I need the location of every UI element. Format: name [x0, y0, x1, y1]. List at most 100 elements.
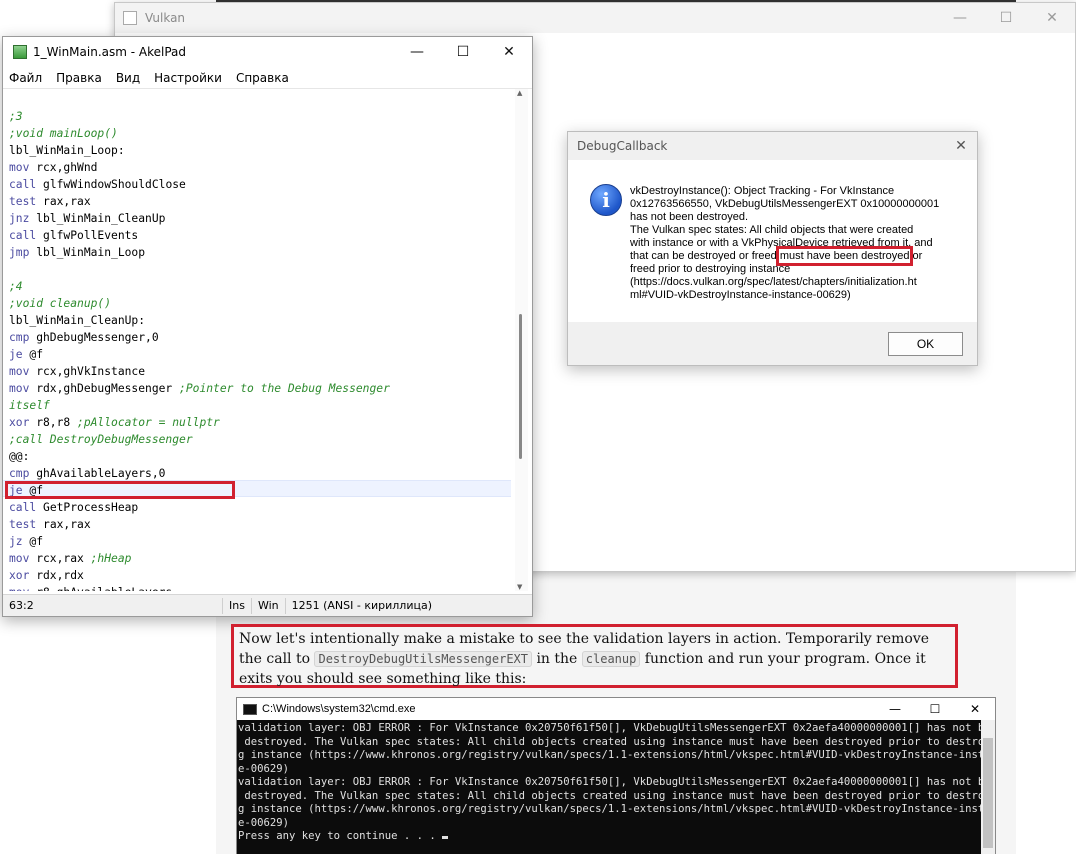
close-icon[interactable]: ✕	[486, 37, 532, 67]
console-output[interactable]: validation layer: OBJ ERROR : For VkInst…	[237, 720, 982, 854]
code-operands: glfwWindowShouldClose	[36, 178, 186, 191]
maximize-icon[interactable]: ☐	[983, 3, 1029, 33]
console-prompt: Press any key to continue . . .	[238, 830, 982, 844]
code-line: call glfwPollEvents	[9, 227, 390, 244]
code-comment: ;hHeap	[90, 552, 132, 565]
code-mnemonic: cmp	[9, 467, 30, 480]
close-icon[interactable]: ✕	[1029, 3, 1075, 33]
code-line: ;void mainLoop()	[9, 125, 390, 142]
code-mnemonic: call	[9, 501, 37, 514]
code-line: ;4	[9, 278, 390, 295]
code-text[interactable]: ;3 ;void mainLoop() lbl_WinMain_Loop:mov r…	[9, 108, 390, 591]
highlight-must-have-been-destroyed: must have been destroyed	[775, 246, 914, 266]
close-icon[interactable]: ✕	[955, 698, 995, 720]
dialog-message: vkDestroyInstance(): Object Tracking - F…	[630, 185, 960, 302]
cmd-window: C:\Windows\system32\cmd.exe — ☐ ✕ valida…	[236, 697, 996, 854]
scroll-down-icon[interactable]: ▼	[517, 583, 522, 591]
message-line-highlighted: that can be destroyed or freed must have…	[630, 246, 960, 266]
status-insert-mode[interactable]: Ins	[223, 597, 252, 614]
code-mnemonic: test	[9, 518, 37, 531]
code-line: @@:	[9, 448, 390, 465]
code-operands: rax,rax	[36, 518, 91, 531]
akelpad-window-controls: — ☐ ✕	[394, 37, 532, 67]
code-operands: r8,r8	[29, 416, 78, 429]
cmd-scrollbar[interactable]	[981, 720, 995, 854]
console-line: g instance (https://www.khronos.org/regi…	[238, 803, 982, 815]
code-comment: itself	[9, 399, 50, 412]
message-line: freed prior to destroying instance	[630, 263, 791, 275]
menu-settings[interactable]: Настройки	[154, 71, 222, 85]
vulkan-window-controls: — ☐ ✕	[937, 3, 1075, 33]
scroll-up-icon[interactable]: ▲	[517, 89, 522, 97]
message-line: The Vulkan spec states: All child object…	[630, 224, 914, 236]
maximize-icon[interactable]: ☐	[440, 37, 486, 67]
ok-button[interactable]: OK	[888, 332, 963, 356]
message-line: vkDestroyInstance(): Object Tracking - F…	[630, 185, 895, 197]
code-line: lbl_WinMain_Loop:	[9, 142, 390, 159]
code-comment: ;3	[9, 110, 23, 123]
status-codepage[interactable]: 1251 (ANSI - кириллица)	[286, 598, 438, 614]
code-mnemonic: xor	[9, 416, 30, 429]
minimize-icon[interactable]: —	[394, 37, 440, 67]
console-cursor	[442, 836, 449, 839]
scroll-thumb[interactable]	[519, 314, 522, 459]
code-operands: lbl_WinMain_CleanUp	[29, 212, 166, 225]
code-editor[interactable]: ;3 ;void mainLoop() lbl_WinMain_Loop:mov r…	[3, 89, 517, 591]
minimize-icon[interactable]: —	[937, 3, 983, 33]
code-line: mov rcx,ghVkInstance	[9, 363, 390, 380]
console-line: g instance (https://www.khronos.org/regi…	[238, 749, 982, 761]
vulkan-titlebar[interactable]: Vulkan	[115, 3, 1075, 33]
vertical-scrollbar[interactable]: ▲ ▼	[515, 89, 528, 591]
tutorial-paragraph: Now let's intentionally make a mistake t…	[231, 624, 958, 688]
code-line: jz @f	[9, 533, 390, 550]
scroll-thumb[interactable]	[983, 738, 993, 848]
menu-help[interactable]: Справка	[236, 71, 289, 85]
code-operands: ghDebugMessenger,0	[29, 331, 159, 344]
code-line: mov rcx,ghWnd	[9, 159, 390, 176]
console-line: validation layer: OBJ ERROR : For VkInst…	[238, 722, 982, 734]
status-position: 63:2	[3, 597, 223, 614]
code-mnemonic: jz	[9, 535, 23, 548]
paragraph-text: in the	[532, 651, 582, 667]
code-mnemonic: je	[9, 348, 23, 361]
code-mnemonic: mov	[9, 365, 30, 378]
code-mnemonic: mov	[9, 382, 30, 395]
akelpad-window: 1_WinMain.asm - AkelPad — ☐ ✕ Файл Правк…	[2, 36, 533, 617]
code-line: xor r8,r8 ;pAllocator = nullptr	[9, 414, 390, 431]
akelpad-icon	[13, 45, 27, 59]
inline-code: cleanup	[581, 651, 641, 667]
maximize-icon[interactable]: ☐	[915, 698, 955, 720]
code-mnemonic: jnz	[9, 212, 30, 225]
dialog-body: i vkDestroyInstance(): Object Tracking -…	[568, 160, 977, 322]
code-operands: rdx,ghDebugMessenger	[29, 382, 180, 395]
code-operands: rcx,rax	[29, 552, 91, 565]
status-eol[interactable]: Win	[252, 597, 286, 614]
console-line: e-00629)	[238, 816, 290, 829]
code-line: jnz lbl_WinMain_CleanUp	[9, 210, 390, 227]
akelpad-title: 1_WinMain.asm - AkelPad	[33, 45, 187, 59]
code-line: jmp lbl_WinMain_Loop	[9, 244, 390, 261]
message-line: 0x12763566550, VkDebugUtilsMessengerEXT …	[630, 198, 940, 210]
code-operands: lbl_WinMain_Loop	[29, 246, 146, 259]
dialog-title[interactable]: DebugCallback	[568, 132, 977, 160]
minimize-icon[interactable]: —	[875, 698, 915, 720]
vulkan-title: Vulkan	[145, 11, 186, 25]
message-text: that can be destroyed or freed	[630, 250, 780, 262]
code-label: lbl_WinMain_Loop:	[9, 144, 125, 157]
console-line: validation layer: OBJ ERROR : For VkInst…	[238, 776, 982, 788]
menu-bar: Файл Правка Вид Настройки Справка	[3, 67, 532, 89]
cmd-title: C:\Windows\system32\cmd.exe	[262, 703, 416, 715]
code-line: test rax,rax	[9, 516, 390, 533]
code-line: lbl_WinMain_CleanUp:	[9, 312, 390, 329]
code-operands: ghAvailableLayers,0	[29, 467, 166, 480]
close-icon[interactable]: ✕	[951, 136, 971, 156]
code-comment: ;pAllocator = nullptr	[77, 416, 220, 429]
code-line: mov r8,ghAvailableLayers	[9, 584, 390, 591]
code-mnemonic: jmp	[9, 246, 30, 259]
code-operands: rax,rax	[36, 195, 91, 208]
menu-file[interactable]: Файл	[9, 71, 42, 85]
menu-view[interactable]: Вид	[116, 71, 140, 85]
menu-edit[interactable]: Правка	[56, 71, 102, 85]
code-line: xor rdx,rdx	[9, 567, 390, 584]
code-line: itself	[9, 397, 390, 414]
